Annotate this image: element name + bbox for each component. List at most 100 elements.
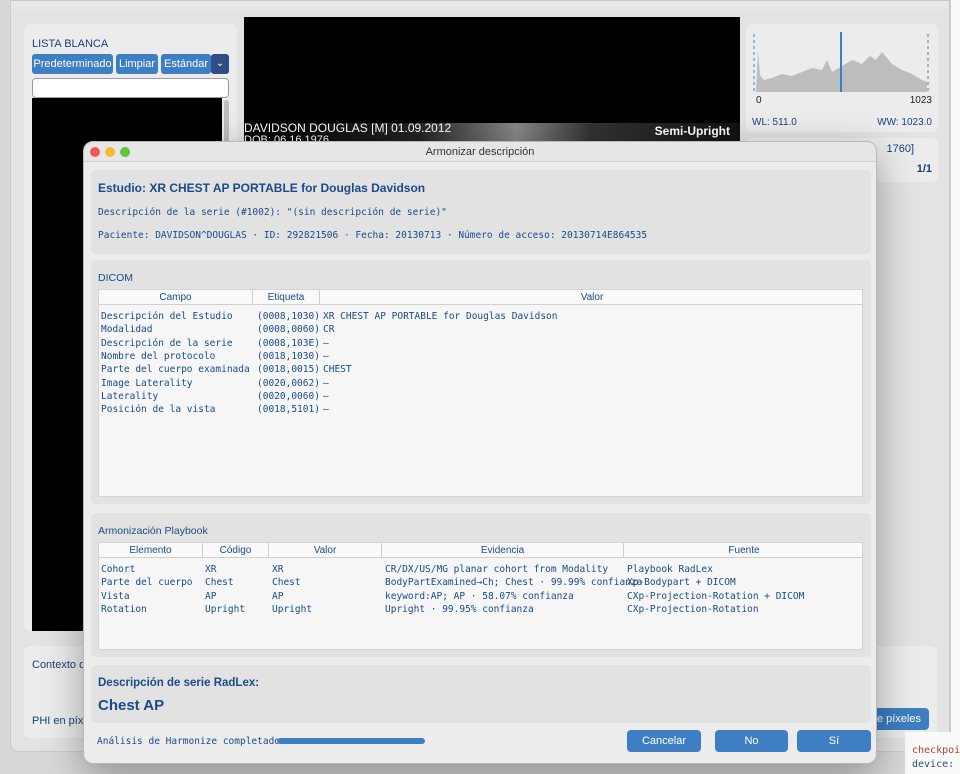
playbook-table-cell: Chest: [205, 577, 234, 589]
status-text: Análisis de Harmonize completado: [97, 736, 281, 747]
column-header-evidencia[interactable]: Evidencia: [382, 543, 624, 558]
histogram-chart[interactable]: [752, 30, 932, 96]
playbook-table-cell: Cohort: [101, 564, 136, 575]
dicom-panel: DICOM Campo Etiqueta Valor Descripción d…: [91, 260, 871, 504]
window-level: WL: 511.0: [752, 117, 797, 128]
dicom-table-cell: (0018,1030): [257, 350, 320, 362]
playbook-table-cell: XR: [205, 564, 217, 575]
whitelist-input[interactable]: [32, 78, 229, 98]
dicom-table-cell: (0018,5101): [257, 404, 320, 416]
no-button[interactable]: No: [715, 730, 788, 752]
column-header-codigo[interactable]: Código: [203, 543, 269, 558]
dicom-table-cell: Image Laterality: [101, 377, 193, 389]
image-dims: 1760]: [886, 143, 914, 155]
playbook-table-row[interactable]: Parte del cuerpo Chest Chest BodyPartExamin…: [99, 576, 862, 589]
dicom-table-header: Campo Etiqueta Valor: [99, 290, 862, 305]
playbook-table-header: Elemento Código Valor Evidencia Fuente: [99, 543, 862, 558]
playbook-table-cell: Upright · 99.95% confianza: [385, 603, 534, 615]
study-title: Estudio: XR CHEST AP PORTABLE for Dougla…: [98, 181, 426, 195]
dicom-table-cell: —: [323, 350, 329, 362]
dicom-table-cell: XR CHEST AP PORTABLE for Douglas Davidso…: [323, 311, 558, 322]
dicom-table[interactable]: Campo Etiqueta Valor Descripción del Est…: [98, 289, 863, 497]
playbook-table-cell: CR/DX/US/MG planar cohort from Modality: [385, 564, 609, 575]
histogram-min-label: 0: [756, 95, 762, 106]
playbook-table-cell: AP: [272, 590, 284, 602]
clear-button[interactable]: Limpiar: [116, 54, 158, 74]
dicom-table-row[interactable]: Parte del cuerpo examinada (0018,0015) CHE…: [99, 363, 862, 376]
zoom-icon[interactable]: [120, 147, 130, 157]
playbook-table[interactable]: Elemento Código Valor Evidencia Fuente C…: [98, 542, 863, 650]
dicom-table-row[interactable]: Descripción del Estudio (0008,1030) XR CHE…: [99, 310, 862, 323]
playbook-table-cell: keyword:AP; AP · 58.07% confianza: [385, 590, 574, 602]
playbook-table-cell: BodyPartExamined→Ch; Chest · 99.99% conf…: [385, 577, 643, 589]
dicom-table-cell: Descripción de la serie: [101, 337, 233, 349]
dicom-table-cell: Laterality: [101, 390, 159, 402]
dicom-table-cell: —: [323, 404, 329, 416]
code-editor-strip: [950, 0, 960, 774]
playbook-title: Armonización Playbook: [98, 525, 208, 537]
patient-overlay: DAVIDSON DOUGLAS [M] 01.09.2012: [244, 121, 452, 135]
dicom-table-cell: —: [323, 390, 329, 402]
playbook-table-cell: CXp-Projection-Rotation + DICOM: [627, 590, 805, 602]
yes-button[interactable]: Sí: [797, 730, 871, 752]
histogram-panel: 0 1023 WL: 511.0 WW: 1023.0: [746, 24, 938, 132]
column-header-campo[interactable]: Campo: [99, 290, 253, 305]
dialog-titlebar: Armonizar descripción: [84, 142, 876, 162]
dicom-table-cell: Descripción del Estudio: [101, 311, 233, 322]
dicom-title: DICOM: [98, 272, 133, 284]
playbook-table-cell: XR: [272, 564, 284, 575]
playbook-table-cell: Upright: [272, 603, 313, 615]
dicom-table-cell: —: [323, 337, 329, 349]
dicom-table-cell: (0020,0060): [257, 390, 320, 402]
dicom-table-cell: Parte del cuerpo examinada: [101, 364, 250, 376]
dicom-table-row[interactable]: Image Laterality (0020,0062) —: [99, 377, 862, 390]
default-button[interactable]: Predeterminado: [32, 54, 113, 74]
playbook-table-cell: Upright: [205, 603, 246, 615]
column-header-elemento[interactable]: Elemento: [99, 543, 203, 558]
dicom-table-cell: Modalidad: [101, 324, 153, 336]
dicom-table-row[interactable]: Modalidad (0008,0060) CR: [99, 323, 862, 336]
series-description: Descripción de la serie (#1002): "(sin d…: [98, 207, 447, 218]
code-editor-bottom: checkpoin device: A: [905, 732, 960, 774]
playbook-table-row[interactable]: Vista AP AP keyword:AP; AP · 58.07% confian…: [99, 590, 862, 603]
playbook-table-cell: Xp-Bodypart + DICOM: [627, 577, 736, 589]
position-overlay: Semi-Upright: [654, 124, 730, 138]
cancel-button[interactable]: Cancelar: [627, 730, 701, 752]
playbook-table-row[interactable]: Rotation Upright Upright Upright · 99.95% c…: [99, 603, 862, 616]
study-panel: Estudio: XR CHEST AP PORTABLE for Dougla…: [91, 170, 871, 254]
playbook-table-row[interactable]: Cohort XR XR CR/DX/US/MG planar cohort from…: [99, 563, 862, 576]
image-viewer[interactable]: DAVIDSON DOUGLAS [M] 01.09.2012 DOB: 06.…: [244, 17, 740, 147]
dicom-table-row[interactable]: Posición de la vista (0018,5101) —: [99, 403, 862, 416]
dicom-table-cell: (0018,0015): [257, 364, 320, 376]
playbook-table-cell: CXp-Projection-Rotation: [627, 603, 759, 615]
dicom-table-row[interactable]: Descripción de la serie (0008,103E) —: [99, 337, 862, 350]
column-header-fuente[interactable]: Fuente: [624, 543, 864, 558]
patient-info: Paciente: DAVIDSON^DOUGLAS · ID: 2928215…: [98, 230, 648, 241]
dicom-table-cell: (0008,0060): [257, 324, 320, 336]
chevron-down-icon[interactable]: ⌄: [211, 54, 229, 74]
playbook-table-cell: Playbook RadLex: [627, 564, 713, 575]
playbook-table-cell: Chest: [272, 577, 301, 589]
page-counter: 1/1: [916, 163, 932, 175]
editor-line-device: device: A: [912, 759, 960, 770]
column-header-valor[interactable]: Valor: [269, 543, 382, 558]
playbook-table-cell: Rotation: [101, 603, 147, 615]
close-icon[interactable]: [90, 147, 100, 157]
dicom-table-row[interactable]: Laterality (0020,0060) —: [99, 390, 862, 403]
dicom-table-row[interactable]: Nombre del protocolo (0018,1030) —: [99, 350, 862, 363]
dicom-table-cell: CHEST: [323, 364, 352, 376]
dicom-table-cell: —: [323, 377, 329, 389]
dicom-table-cell: (0008,103E): [257, 337, 320, 349]
window-title: Vista de series for DAVIDSON^DOUGLAS PHI…: [11, 1, 949, 9]
column-header-etiqueta[interactable]: Etiqueta: [253, 290, 320, 305]
editor-line-checkpoint: checkpoin: [912, 745, 960, 756]
playbook-table-cell: Vista: [101, 590, 130, 602]
progress-bar: [277, 738, 425, 744]
minimize-icon[interactable]: [105, 147, 115, 157]
window-width: WW: 1023.0: [877, 117, 932, 128]
column-header-valor[interactable]: Valor: [320, 290, 864, 305]
radlex-label: Descripción de serie RadLex:: [98, 677, 260, 689]
standard-select[interactable]: Estándar: [161, 54, 211, 74]
dialog-title: Armonizar descripción: [425, 146, 535, 158]
histogram-max-label: 1023: [909, 95, 932, 106]
